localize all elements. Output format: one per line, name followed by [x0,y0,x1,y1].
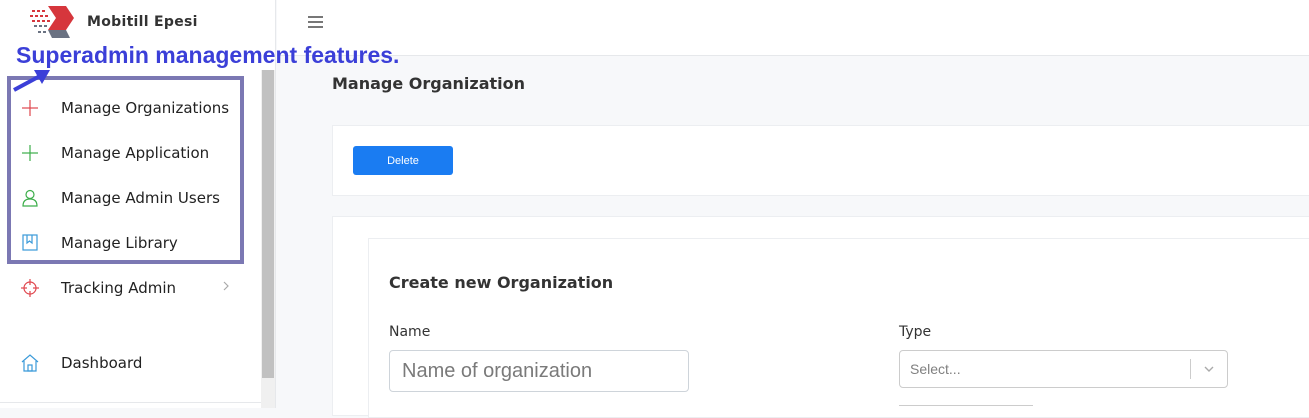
brand[interactable]: Mobitill Epesi [0,0,276,46]
select-separator [1190,359,1191,379]
page-title: Manage Organization [332,74,526,93]
type-label: Type [899,324,932,340]
delete-button[interactable]: Delete [353,146,453,175]
actions-card: Delete [332,125,1309,196]
annotation-text: Superadmin management features. [16,42,400,68]
sidebar-item-label: Dashboard [61,354,143,372]
mobitill-logo [30,6,74,38]
annotation-highlight-box [7,76,244,264]
form-title: Create new Organization [389,273,614,292]
chevron-right-icon [223,281,229,291]
sidebar-item-dashboard[interactable]: Dashboard [0,343,258,383]
divider [0,402,261,403]
app-name: Mobitill Epesi [87,14,198,30]
sidebar-scrollbar-thumb[interactable] [262,70,274,378]
sidebar-item-label: Tracking Admin [61,279,177,297]
annotation-arrow-icon [13,70,50,92]
type-select-placeholder: Select... [910,361,961,377]
crosshair-icon [21,279,39,297]
name-label: Name [389,324,431,340]
type-select[interactable]: Select... [899,350,1228,388]
top-bar [277,0,1309,56]
hamburger-icon[interactable] [307,14,325,30]
organization-name-input[interactable] [389,350,689,392]
home-icon [21,354,39,372]
next-field-edge [899,405,1033,409]
sidebar-item-tracking-admin[interactable]: Tracking Admin [0,268,258,308]
chevron-down-icon[interactable] [1202,362,1216,376]
